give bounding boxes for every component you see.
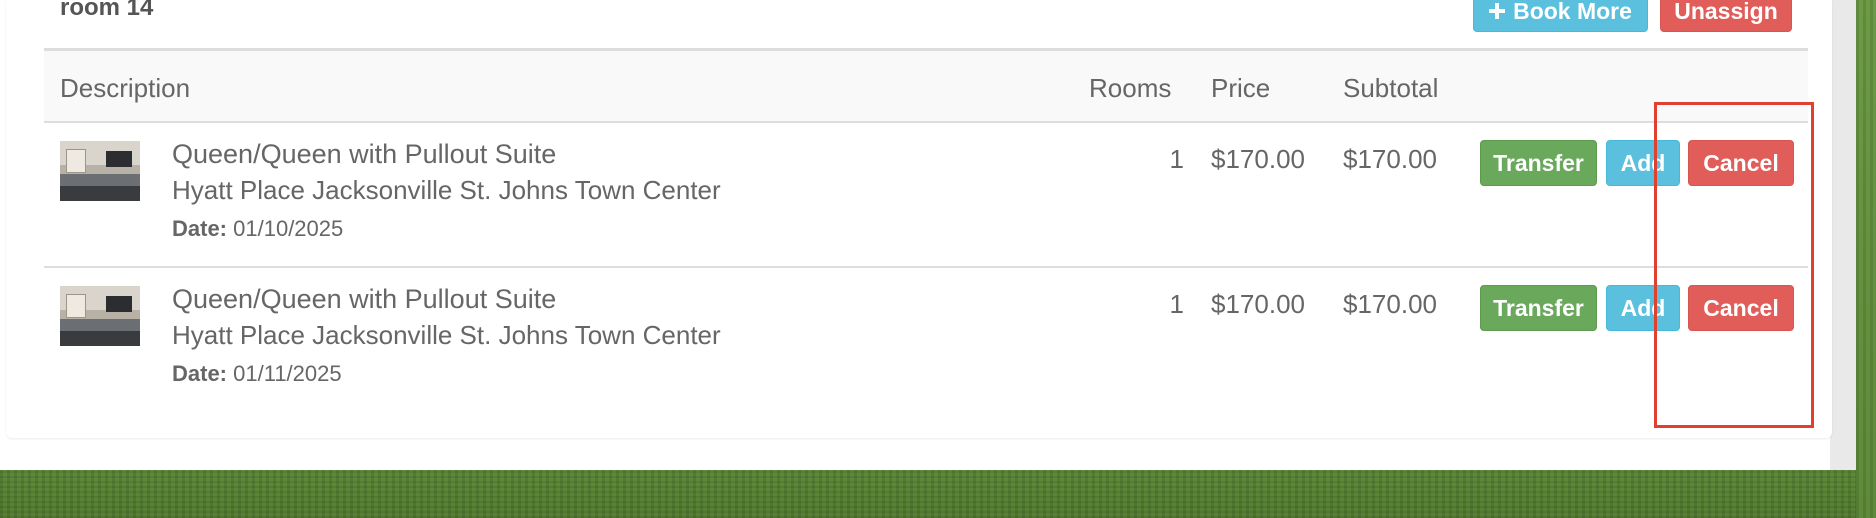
room-title: room 14 [60,0,154,21]
transfer-button[interactable]: Transfer [1480,285,1597,331]
hotel-name: Hyatt Place Jacksonville St. Johns Town … [172,175,721,205]
room-photo [60,141,140,201]
table-row: Queen/Queen with Pullout Suite Hyatt Pla… [44,268,1808,413]
grass-background-bottom [0,470,1876,518]
room-panel: room 14 Book More Unassign Description R… [6,0,1832,438]
date-label: Date: [172,361,228,386]
booking-date: Date: 01/10/2025 [172,216,343,242]
price-value: $170.00 [1211,144,1305,174]
table-header: Description Rooms Price Subtotal [44,48,1808,123]
column-header-description: Description [60,73,191,103]
rooms-count: 1 [1169,144,1184,174]
column-header-price: Price [1211,73,1271,103]
date-value: 01/10/2025 [233,216,344,241]
rooms-count: 1 [1169,289,1184,319]
page-edge [1830,0,1856,470]
cancel-button[interactable]: Cancel [1688,140,1794,186]
unassign-button[interactable]: Unassign [1660,0,1792,32]
transfer-button[interactable]: Transfer [1480,140,1597,186]
hotel-name: Hyatt Place Jacksonville St. Johns Town … [172,320,721,350]
price-value: $170.00 [1211,289,1305,319]
add-button[interactable]: Add [1606,140,1680,186]
grass-background-right [1856,0,1876,518]
book-more-label: Book More [1513,0,1632,24]
column-header-subtotal: Subtotal [1343,73,1439,103]
bookings-table: Description Rooms Price Subtotal Queen/Q… [44,48,1808,413]
plus-icon [1489,3,1506,19]
add-button[interactable]: Add [1606,285,1680,331]
room-type-title: Queen/Queen with Pullout Suite [172,139,557,169]
date-label: Date: [172,216,228,241]
book-more-button[interactable]: Book More [1473,0,1648,32]
cancel-button[interactable]: Cancel [1688,285,1794,331]
room-photo [60,286,140,346]
booking-date: Date: 01/11/2025 [172,361,342,387]
table-row: Queen/Queen with Pullout Suite Hyatt Pla… [44,123,1808,268]
date-value: 01/11/2025 [233,361,342,386]
subtotal-value: $170.00 [1343,144,1437,174]
room-type-title: Queen/Queen with Pullout Suite [172,284,557,314]
subtotal-value: $170.00 [1343,289,1437,319]
column-header-rooms: Rooms [1089,73,1172,103]
